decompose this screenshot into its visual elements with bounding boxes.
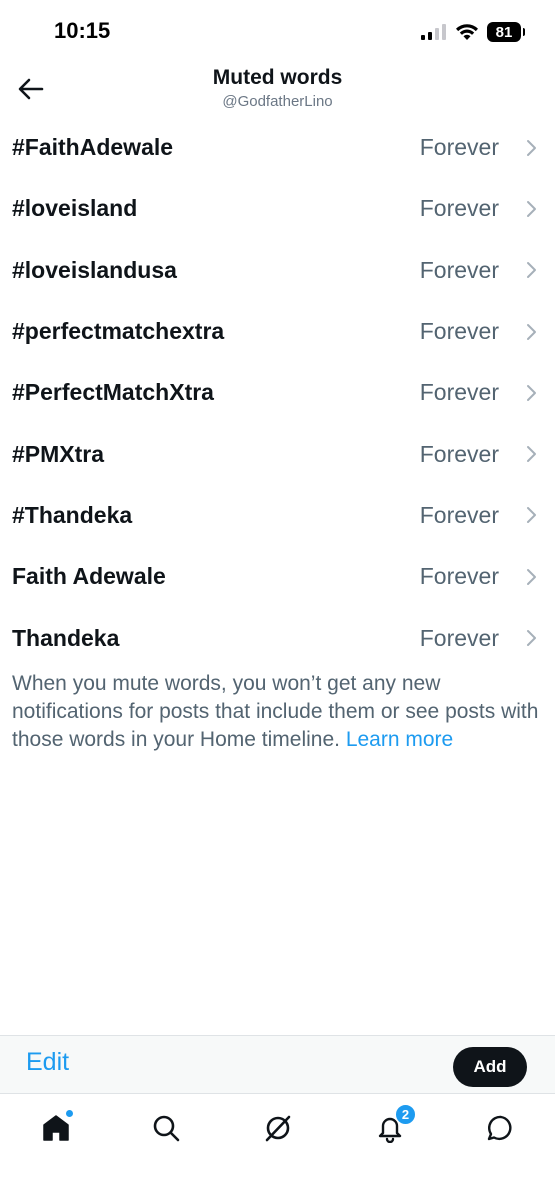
chevron-right-icon xyxy=(527,262,536,279)
tab-search[interactable] xyxy=(144,1106,188,1150)
muted-words-info: When you mute words, you won’t get any n… xyxy=(12,670,542,754)
muted-word-row[interactable]: Faith Adewale Forever xyxy=(0,546,555,607)
status-time: 10:15 xyxy=(54,18,111,43)
chevron-right-icon xyxy=(527,568,536,585)
tab-messages[interactable] xyxy=(479,1106,523,1150)
tab-notifications[interactable]: 2 xyxy=(368,1104,416,1150)
messages-icon xyxy=(487,1115,512,1141)
info-text: When you mute words, you won’t get any n… xyxy=(12,672,539,751)
mute-duration: Forever xyxy=(419,563,499,590)
chevron-right-icon xyxy=(527,323,536,340)
muted-word-label: #Thandeka xyxy=(12,501,133,528)
mute-duration: Forever xyxy=(419,440,499,467)
chevron-right-icon xyxy=(527,139,536,156)
battery-indicator: 81 xyxy=(487,22,525,42)
muted-word-label: #FaithAdewale xyxy=(12,134,174,161)
muted-word-row[interactable]: #Thandeka Forever xyxy=(0,485,555,546)
page-title: Muted words xyxy=(212,66,343,89)
account-handle: @GodfatherLino xyxy=(222,93,333,110)
chevron-right-icon xyxy=(527,507,536,524)
muted-word-row[interactable]: #loveisland Forever xyxy=(0,178,555,239)
chevron-right-icon xyxy=(527,630,536,647)
grok-icon xyxy=(265,1115,291,1142)
edit-button[interactable]: Edit xyxy=(26,1048,69,1077)
notifications-badge: 2 xyxy=(395,1104,416,1125)
muted-word-row[interactable]: Thandeka Forever xyxy=(0,607,555,668)
muted-word-label: Thandeka xyxy=(12,624,120,651)
add-button[interactable]: Add xyxy=(453,1047,527,1087)
tab-bar: 2 xyxy=(0,1094,555,1200)
muted-word-label: #perfectmatchextra xyxy=(12,318,225,345)
status-bar: 10:15 81 xyxy=(0,0,555,62)
muted-words-screen: 10:15 81 Muted words @GodfatherLino #Fai… xyxy=(0,0,555,1200)
mute-duration: Forever xyxy=(419,501,499,528)
muted-word-row[interactable]: #loveislandusa Forever xyxy=(0,240,555,301)
muted-word-label: #PerfectMatchXtra xyxy=(12,379,214,406)
muted-word-row[interactable]: #PerfectMatchXtra Forever xyxy=(0,362,555,423)
muted-words-list: #FaithAdewale Forever #loveisland Foreve… xyxy=(0,117,555,669)
muted-word-label: #loveislandusa xyxy=(12,256,177,283)
battery-level: 81 xyxy=(495,23,513,41)
muted-word-label: Faith Adewale xyxy=(12,563,166,590)
mute-duration: Forever xyxy=(419,379,499,406)
muted-word-label: #loveisland xyxy=(12,195,138,222)
muted-word-row[interactable]: #FaithAdewale Forever xyxy=(0,117,555,178)
cellular-signal-icon xyxy=(421,24,446,40)
mute-duration: Forever xyxy=(419,256,499,283)
status-icons: 81 xyxy=(421,20,525,44)
action-bar: Edit Add xyxy=(0,1035,555,1094)
chevron-right-icon xyxy=(527,446,536,463)
muted-word-row[interactable]: #PMXtra Forever xyxy=(0,423,555,484)
mute-duration: Forever xyxy=(419,624,499,651)
tab-grok[interactable] xyxy=(256,1106,300,1150)
chevron-right-icon xyxy=(527,384,536,401)
header: Muted words @GodfatherLino xyxy=(0,62,555,122)
tab-home[interactable] xyxy=(34,1106,78,1150)
wifi-icon xyxy=(456,24,478,40)
muted-word-row[interactable]: #perfectmatchextra Forever xyxy=(0,301,555,362)
mute-duration: Forever xyxy=(419,318,499,345)
mute-duration: Forever xyxy=(419,134,499,161)
muted-word-label: #PMXtra xyxy=(12,440,105,467)
new-posts-dot xyxy=(66,1110,73,1117)
mute-duration: Forever xyxy=(419,195,499,222)
chevron-right-icon xyxy=(527,200,536,217)
learn-more-link[interactable]: Learn more xyxy=(346,728,453,751)
search-icon xyxy=(153,1115,180,1142)
home-icon xyxy=(43,1115,69,1141)
